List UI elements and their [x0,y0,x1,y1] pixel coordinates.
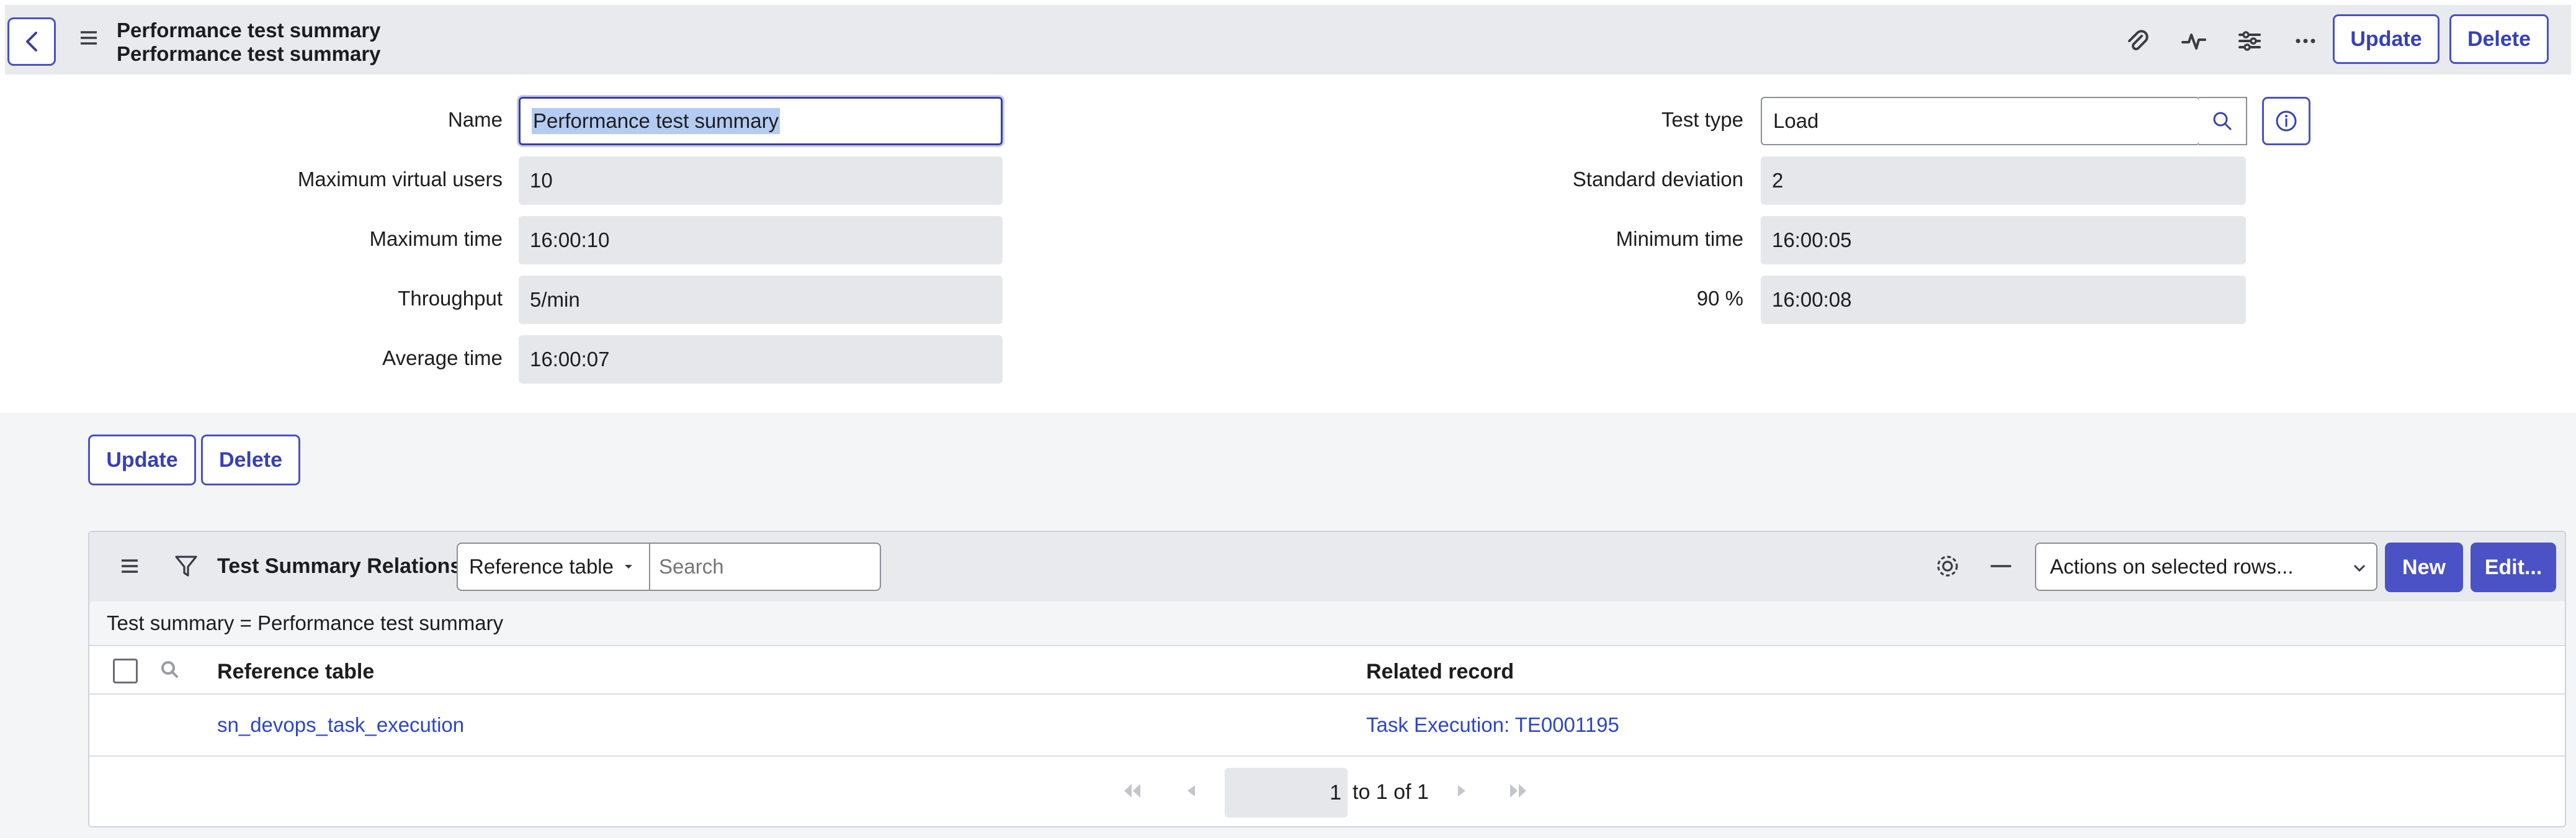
actions-select-value: Actions on selected rows... [2050,555,2294,578]
std-deviation-field: 2 [1761,156,2246,205]
avg-time-label: Average time [382,346,503,369]
last-page-icon[interactable] [1508,782,1530,803]
pagination: 1 to 1 of 1 [89,757,2565,826]
search-icon [2213,112,2232,130]
table-row: sn_devops_task_execution Task Execution:… [89,695,2565,757]
header-update-button[interactable]: Update [2333,14,2440,64]
page-title-line1: Performance test summary [117,19,381,42]
search-field-select[interactable]: Reference table [457,543,650,591]
chevron-left-icon [26,32,37,52]
info-button[interactable] [2262,97,2310,145]
activity-icon[interactable] [2176,24,2211,58]
page-number-input[interactable]: 1 [1225,768,1348,818]
std-deviation-label: Standard deviation [1572,168,1743,191]
search-field-select-value: Reference table [469,555,614,578]
name-input[interactable]: Performance test summary [517,95,1004,147]
min-time-label: Minimum time [1616,227,1743,250]
breadcrumb[interactable]: Test summary = Performance test summary [89,601,2565,645]
name-value: Performance test summary [532,108,780,134]
back-button[interactable] [7,17,56,66]
max-time-label: Maximum time [369,227,503,250]
percentile-90-field: 16:00:08 [1761,276,2246,324]
max-virtual-users-label: Maximum virtual users [297,168,503,191]
max-time-field: 16:00:10 [519,216,1003,264]
test-type-lookup-button[interactable] [2199,97,2247,145]
reference-table-link[interactable]: sn_devops_task_execution [217,713,464,737]
list-menu-icon[interactable] [119,557,140,579]
page-range-text: to 1 of 1 [1353,780,1429,804]
header-delete-button[interactable]: Delete [2449,14,2549,64]
test-type-input[interactable]: Load [1761,97,2200,145]
chevron-down-icon [2353,564,2366,572]
paperclip-icon[interactable] [2119,24,2154,58]
page-title-line2: Performance test summary [117,42,381,65]
column-header-related-record[interactable]: Related record [1366,660,1514,684]
page-title: Performance test summary Performance tes… [117,19,381,66]
more-options-icon[interactable] [2288,24,2323,58]
percentile-90-label: 90 % [1696,287,1743,310]
actions-select[interactable]: Actions on selected rows... [2035,543,2377,591]
related-list-title: Test Summary Relations [217,554,462,578]
next-page-icon[interactable] [1454,782,1469,803]
edit-button[interactable]: Edit... [2471,543,2556,592]
list-search-input[interactable] [649,543,881,591]
new-button[interactable]: New [2385,543,2463,592]
list-settings-icon[interactable] [1933,552,1962,583]
column-search-icon[interactable] [159,659,181,684]
related-record-link[interactable]: Task Execution: TE0001195 [1366,713,1619,737]
test-type-label: Test type [1661,108,1743,131]
form-menu-icon[interactable] [78,29,99,50]
related-list-toolbar: Test Summary Relations Reference table A… [89,532,2565,601]
info-icon [2276,110,2297,132]
previous-page-icon[interactable] [1184,782,1199,803]
min-time-field: 16:00:05 [1761,216,2246,264]
select-all-checkbox[interactable] [113,659,138,683]
avg-time-field: 16:00:07 [519,335,1003,384]
name-label: Name [447,108,503,131]
related-list-panel: Test Summary Relations Reference table A… [88,531,2566,827]
form-header: Performance test summary Performance tes… [5,5,2571,74]
column-header-reference-table[interactable]: Reference table [217,660,374,684]
form-delete-button[interactable]: Delete [201,435,300,485]
throughput-label: Throughput [398,287,503,310]
caret-down-icon [624,565,632,569]
settings-sliders-icon[interactable] [2232,24,2267,58]
first-page-icon[interactable] [1120,782,1143,803]
max-virtual-users-field: 10 [519,156,1003,205]
collapse-icon[interactable] [1987,552,2015,583]
filter-icon[interactable] [174,553,199,582]
table-header-row: Reference table Related record [89,645,2565,695]
form-update-button[interactable]: Update [88,435,196,485]
throughput-field: 5/min [519,276,1003,324]
